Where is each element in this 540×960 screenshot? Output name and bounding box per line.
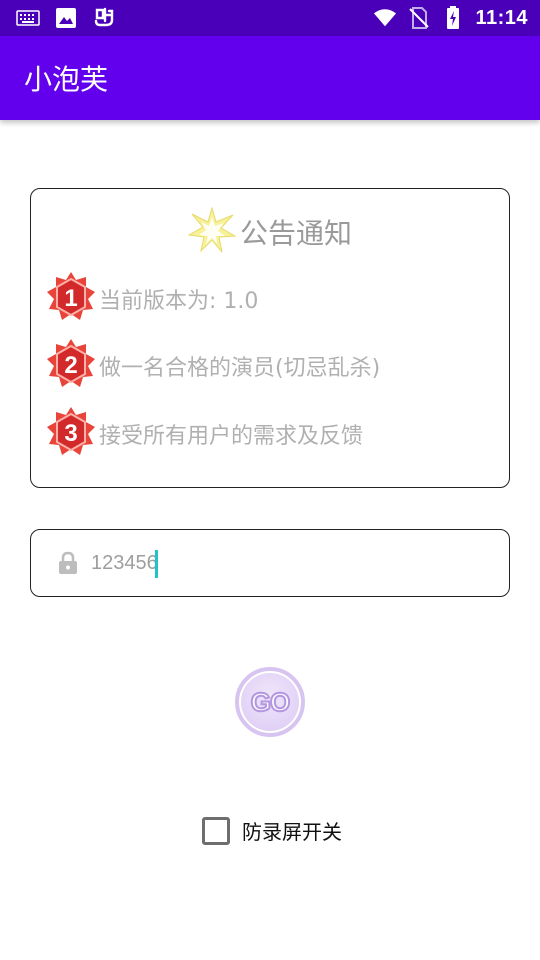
notice-item-text: 当前版本为: 1.0	[99, 289, 259, 314]
sparkle-icon	[187, 206, 237, 257]
password-field[interactable]	[30, 529, 510, 597]
app-title: 小泡芙	[24, 63, 109, 96]
status-bar: 11:14	[0, 0, 540, 36]
svg-text:2: 2	[64, 352, 77, 379]
notice-item-text: 接受所有用户的需求及反馈	[99, 424, 364, 449]
anti-record-checkbox[interactable]	[202, 816, 230, 845]
image-icon	[54, 6, 78, 30]
notice-card: 公告通知 1 当前版本为: 1.0 2 做一名合格的演员(切忌乱杀) 3 接受所…	[30, 188, 510, 488]
notice-header: 公告通知	[31, 206, 509, 257]
notice-item-3: 3 接受所有用户的需求及反馈	[45, 407, 363, 461]
anti-record-label: 防录屏开关	[242, 820, 342, 844]
notice-item-text: 做一名合格的演员(切忌乱杀)	[99, 356, 381, 381]
app-bar: 小泡芙	[0, 36, 540, 120]
keyboard-icon	[16, 6, 40, 30]
notice-item-1: 1 当前版本为: 1.0	[45, 272, 258, 326]
notice-item-2: 2 做一名合格的演员(切忌乱杀)	[45, 339, 380, 393]
status-time: 11:14	[475, 6, 528, 29]
anti-record-toggle[interactable]: 防录屏开关	[202, 816, 342, 845]
lock-icon	[57, 551, 79, 575]
app-notify-icon	[92, 6, 116, 30]
battery-charging-icon	[441, 6, 465, 30]
wifi-icon	[373, 6, 397, 30]
password-input[interactable]	[91, 543, 451, 583]
svg-text:3: 3	[64, 420, 77, 447]
text-caret	[155, 550, 158, 578]
go-button-face: GO	[241, 673, 299, 731]
number-1-badge-icon: 1	[45, 271, 97, 327]
notice-title: 公告通知	[239, 217, 352, 250]
no-sim-icon	[407, 6, 431, 30]
number-3-badge-icon: 3	[45, 406, 97, 462]
go-button-label: GO	[250, 686, 291, 718]
number-2-badge-icon: 2	[45, 338, 97, 394]
go-button[interactable]: GO	[235, 667, 305, 737]
svg-text:1: 1	[64, 285, 77, 312]
